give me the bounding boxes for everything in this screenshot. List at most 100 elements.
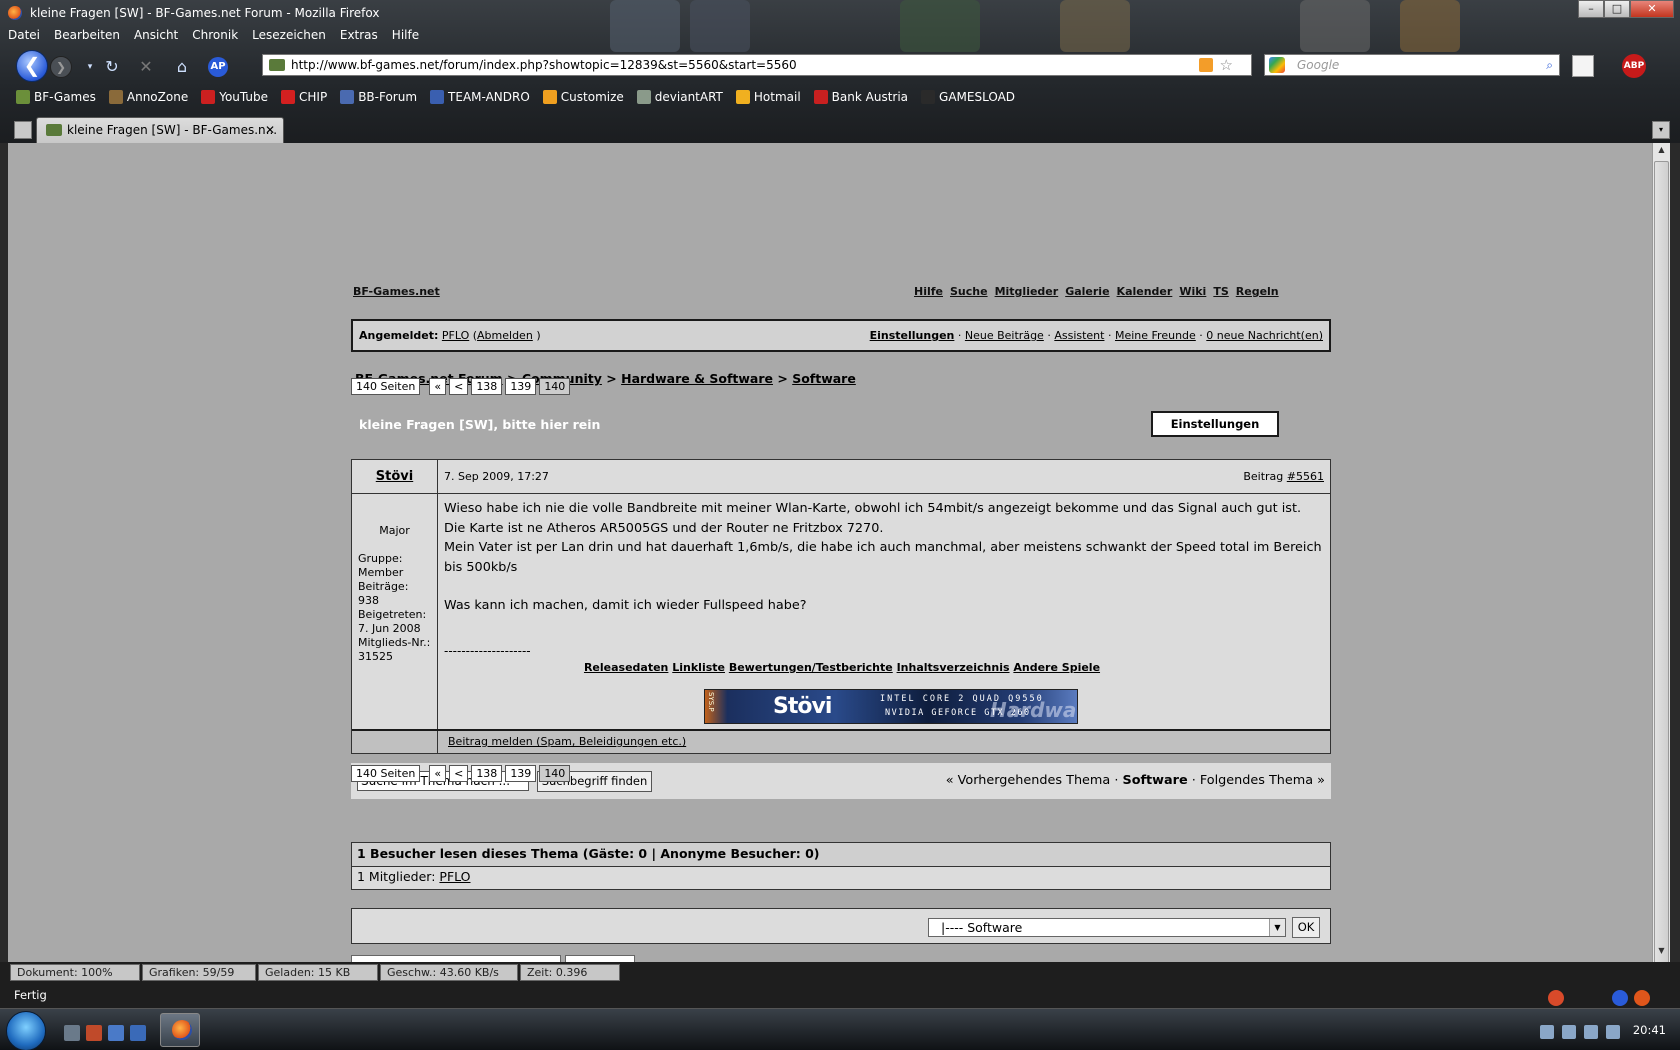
report-post-link[interactable]: Beitrag melden (Spam, Beleidigungen etc.… xyxy=(448,735,686,748)
scrollbar-thumb[interactable] xyxy=(1654,161,1669,1011)
search-bar[interactable]: Google ⌕ xyxy=(1264,54,1560,76)
firefox-status-icon[interactable] xyxy=(1634,990,1650,1006)
url-bar[interactable]: http://www.bf-games.net/forum/index.php?… xyxy=(262,54,1252,76)
tab-close-icon[interactable]: ✕ xyxy=(265,118,275,142)
new-posts-link[interactable]: Neue Beiträge xyxy=(965,329,1044,342)
pager-page-139[interactable]: 139 xyxy=(505,765,537,782)
pager-prev[interactable]: < xyxy=(449,765,469,782)
pager-page-139[interactable]: 139 xyxy=(505,378,537,395)
pager-prev[interactable]: < xyxy=(449,378,469,395)
forward-button[interactable]: ❯ xyxy=(50,56,72,78)
chevron-down-icon[interactable]: ▼ xyxy=(1269,919,1285,936)
quicklaunch-icon[interactable] xyxy=(108,1025,124,1041)
topic-settings-button[interactable]: Einstellungen xyxy=(1151,411,1279,437)
pager-pages-label[interactable]: 140 Seiten xyxy=(351,765,421,782)
settings-link[interactable]: Einstellungen xyxy=(870,329,955,342)
tab-active[interactable]: kleine Fragen [SW] - BF-Games.n... ✕ xyxy=(36,117,284,143)
bookmark-item[interactable]: Bank Austria xyxy=(813,90,908,104)
bookmark-item[interactable]: AnnoZone xyxy=(108,90,188,104)
pager-page-138[interactable]: 138 xyxy=(471,378,503,395)
post-author-link[interactable]: Stövi xyxy=(352,460,438,494)
jump-ok-button[interactable]: OK xyxy=(1292,917,1320,938)
tab-scroll-left-button[interactable] xyxy=(14,121,32,139)
network-icon[interactable] xyxy=(1584,1025,1598,1039)
post-permalink[interactable]: #5561 xyxy=(1287,470,1324,483)
site-home-link[interactable]: BF-Games.net xyxy=(353,285,440,298)
nav-galerie[interactable]: Galerie xyxy=(1065,285,1109,298)
sig-link-andere-spiele[interactable]: Andere Spiele xyxy=(1013,661,1100,674)
bookmark-item[interactable]: BF-Games xyxy=(16,90,96,104)
menu-lesezeichen[interactable]: Lesezeichen xyxy=(252,28,326,42)
current-forum-link[interactable]: Software xyxy=(1122,773,1187,788)
assistant-link[interactable]: Assistent xyxy=(1054,329,1104,342)
menu-datei[interactable]: Datei xyxy=(8,28,40,42)
volume-icon[interactable] xyxy=(1606,1025,1620,1039)
rss-icon[interactable] xyxy=(1199,58,1213,72)
nav-kalender[interactable]: Kalender xyxy=(1117,285,1173,298)
partial-select[interactable] xyxy=(565,955,635,962)
pager-first[interactable]: « xyxy=(429,378,447,395)
sig-link-releasedaten[interactable]: Releasedaten xyxy=(584,661,668,674)
nav-ts[interactable]: TS xyxy=(1213,285,1228,298)
username-link[interactable]: PFLO xyxy=(442,329,469,342)
nav-hilfe[interactable]: Hilfe xyxy=(914,285,943,298)
bookmark-item[interactable]: GAMESLOAD xyxy=(921,90,1015,104)
scroll-down-icon[interactable]: ▼ xyxy=(1655,946,1668,960)
menu-chronik[interactable]: Chronik xyxy=(192,28,238,42)
vertical-scrollbar[interactable]: ▲ ▼ xyxy=(1652,143,1670,1011)
bookmark-star-icon[interactable]: ☆ xyxy=(1220,55,1233,75)
bookmark-item[interactable]: CHIP xyxy=(281,90,327,104)
addon-status-icon[interactable] xyxy=(1612,990,1628,1006)
pager-first[interactable]: « xyxy=(429,765,447,782)
pager-page-138[interactable]: 138 xyxy=(471,765,503,782)
bookmark-item[interactable]: Hotmail xyxy=(735,90,801,104)
quicklaunch-icon[interactable] xyxy=(86,1025,102,1041)
history-dropdown-icon[interactable]: ▾ xyxy=(80,57,100,77)
menu-bearbeiten[interactable]: Bearbeiten xyxy=(54,28,120,42)
google-icon[interactable] xyxy=(1269,57,1285,73)
back-button[interactable]: ❮ xyxy=(16,50,48,82)
quicklaunch-icon[interactable] xyxy=(130,1025,146,1041)
nav-mitglieder[interactable]: Mitglieder xyxy=(995,285,1059,298)
home-icon[interactable]: ⌂ xyxy=(172,57,192,77)
reload-icon[interactable]: ↻ xyxy=(102,57,122,77)
menu-ansicht[interactable]: Ansicht xyxy=(134,28,178,42)
prev-topic-link[interactable]: « Vorhergehendes Thema xyxy=(946,773,1110,788)
partial-select[interactable] xyxy=(351,955,561,962)
member-link[interactable]: PFLO xyxy=(439,869,470,884)
friends-link[interactable]: Meine Freunde xyxy=(1115,329,1196,342)
close-window-button[interactable]: ✕ xyxy=(1630,0,1674,18)
nav-wiki[interactable]: Wiki xyxy=(1179,285,1206,298)
sig-link-bewertungen[interactable]: Bewertungen/Testberichte xyxy=(729,661,893,674)
notepad-icon[interactable] xyxy=(1572,55,1594,77)
maximize-button[interactable]: □ xyxy=(1604,0,1630,18)
scroll-up-icon[interactable]: ▲ xyxy=(1655,145,1668,159)
nav-regeln[interactable]: Regeln xyxy=(1236,285,1279,298)
tray-icon[interactable] xyxy=(1562,1025,1576,1039)
menu-extras[interactable]: Extras xyxy=(340,28,378,42)
addon-status-icon[interactable] xyxy=(1548,990,1564,1006)
bookmark-item[interactable]: Customize xyxy=(542,90,624,104)
bookmark-item[interactable]: deviantART xyxy=(636,90,723,104)
forum-jump-select[interactable]: |---- Software ▼ xyxy=(928,918,1286,937)
adblock-button[interactable]: ABP xyxy=(1622,54,1646,78)
menu-hilfe[interactable]: Hilfe xyxy=(392,28,419,42)
pager-pages-label[interactable]: 140 Seiten xyxy=(351,378,421,395)
search-icon[interactable]: ⌕ xyxy=(1546,55,1553,75)
sig-link-linkliste[interactable]: Linkliste xyxy=(672,661,725,674)
tab-list-button[interactable]: ▾ xyxy=(1652,121,1670,139)
breadcrumb-software[interactable]: Software xyxy=(792,371,856,386)
clock[interactable]: 20:41 xyxy=(1633,1023,1666,1037)
next-topic-link[interactable]: Folgendes Thema » xyxy=(1200,773,1325,788)
addon-icon[interactable]: AP xyxy=(208,57,228,77)
messages-link[interactable]: 0 neue Nachricht(en) xyxy=(1206,329,1323,342)
show-desktop-icon[interactable] xyxy=(64,1025,80,1041)
bookmark-item[interactable]: YouTube xyxy=(201,90,268,104)
firefox-taskbar-button[interactable] xyxy=(160,1013,200,1047)
start-button[interactable] xyxy=(6,1011,46,1050)
minimize-button[interactable]: – xyxy=(1578,0,1604,18)
logout-link[interactable]: Abmelden xyxy=(477,329,533,342)
stop-icon[interactable]: ✕ xyxy=(136,57,156,77)
breadcrumb-hardware-software[interactable]: Hardware & Software xyxy=(621,371,773,386)
nav-suche[interactable]: Suche xyxy=(950,285,988,298)
